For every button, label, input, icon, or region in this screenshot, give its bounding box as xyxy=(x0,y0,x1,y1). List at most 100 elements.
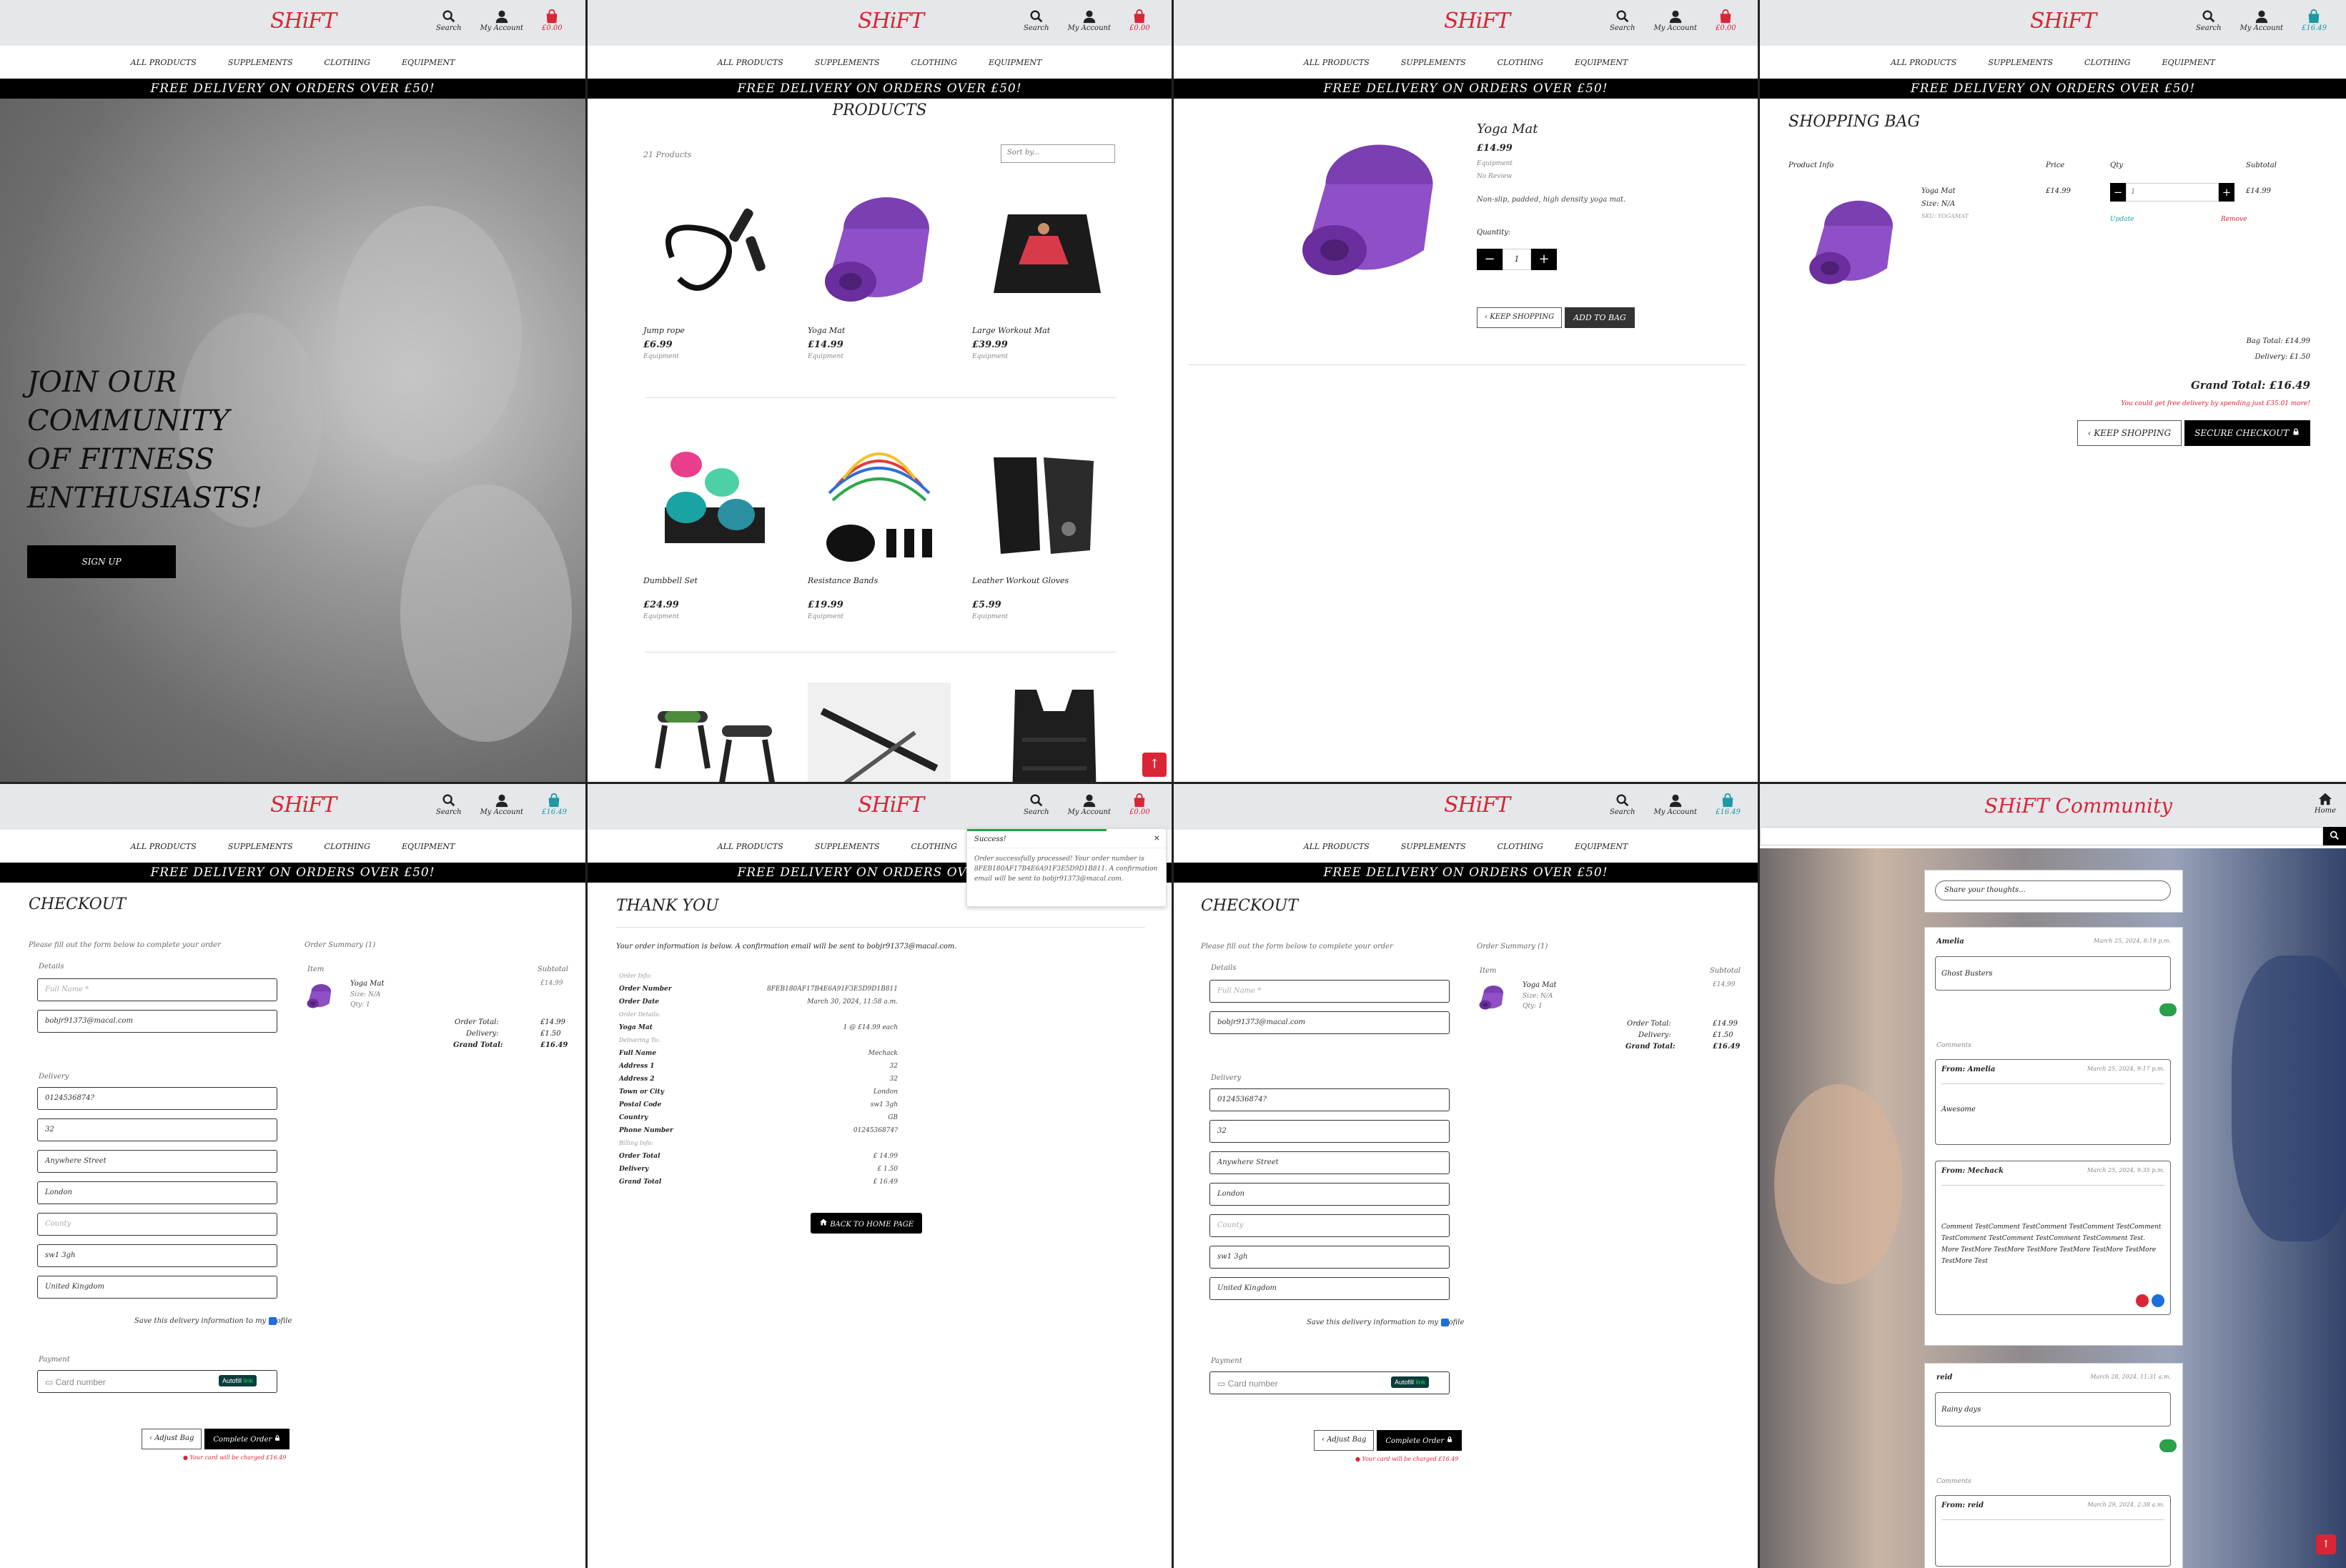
comment-icon[interactable] xyxy=(2159,1003,2177,1016)
complete-order-button[interactable]: Complete Order xyxy=(1377,1430,1462,1451)
search-button[interactable]: Search xyxy=(1610,793,1635,816)
address2-field[interactable]: Anywhere Street xyxy=(37,1150,277,1173)
nav-all-products[interactable]: ALL PRODUCTS xyxy=(1304,842,1370,851)
nav-all-products[interactable]: ALL PRODUCTS xyxy=(131,58,197,67)
product-image[interactable] xyxy=(643,683,786,782)
email-field[interactable]: bobjr91373@macal.com xyxy=(1209,1011,1450,1034)
increment-button[interactable]: + xyxy=(1531,249,1557,270)
increment-button[interactable]: + xyxy=(2219,183,2234,202)
product-card[interactable]: Dumbbell Set £24.99 Equipment xyxy=(643,429,786,620)
remove-link[interactable]: Remove xyxy=(2221,216,2247,223)
county-field[interactable]: County xyxy=(1209,1214,1450,1237)
product-category[interactable]: Equipment xyxy=(643,613,786,620)
search-button[interactable]: Search xyxy=(436,9,462,32)
nav-all-products[interactable]: ALL PRODUCTS xyxy=(718,58,783,67)
product-image[interactable] xyxy=(808,429,951,572)
product-name[interactable]: Large Workout Mat xyxy=(972,326,1115,335)
search-button[interactable] xyxy=(2323,827,2346,845)
back-to-home-button[interactable]: BACK TO HOME PAGE xyxy=(811,1213,923,1234)
sort-select[interactable]: Sort by... xyxy=(1001,144,1115,163)
site-logo[interactable]: SHiFT xyxy=(270,9,337,34)
country-select[interactable]: United Kingdom xyxy=(1209,1277,1450,1300)
nav-clothing[interactable]: CLOTHING xyxy=(911,58,957,67)
nav-equipment[interactable]: EQUIPMENT xyxy=(402,58,455,67)
nav-all-products[interactable]: ALL PRODUCTS xyxy=(718,842,783,851)
product-category[interactable]: Equipment xyxy=(972,353,1115,360)
signup-button[interactable]: SIGN UP xyxy=(27,545,176,578)
bag-button[interactable]: £0.00 xyxy=(542,9,563,32)
product-category[interactable]: Equipment xyxy=(1477,160,1513,167)
site-logo[interactable]: SHiFT xyxy=(1444,793,1510,818)
phone-field[interactable]: 0124536874? xyxy=(1209,1088,1450,1111)
nav-equipment[interactable]: EQUIPMENT xyxy=(402,842,455,851)
nav-all-products[interactable]: ALL PRODUCTS xyxy=(131,842,197,851)
nav-clothing[interactable]: CLOTHING xyxy=(325,842,370,851)
delete-icon[interactable] xyxy=(2136,1294,2149,1307)
nav-equipment[interactable]: EQUIPMENT xyxy=(989,58,1041,67)
search-button[interactable]: Search xyxy=(1610,9,1635,32)
nav-supplements[interactable]: SUPPLEMENTS xyxy=(1401,842,1466,851)
account-button[interactable]: My Account xyxy=(480,793,523,816)
email-field[interactable]: bobjr91373@macal.com xyxy=(37,1010,277,1033)
nav-equipment[interactable]: EQUIPMENT xyxy=(1575,58,1628,67)
add-to-bag-button[interactable]: ADD TO BAG xyxy=(1565,307,1635,328)
account-button[interactable]: My Account xyxy=(1068,793,1111,816)
nav-supplements[interactable]: SUPPLEMENTS xyxy=(228,842,293,851)
nav-all-products[interactable]: ALL PRODUCTS xyxy=(1891,58,1956,67)
secure-checkout-button[interactable]: SECURE CHECKOUT xyxy=(2184,420,2310,446)
postcode-field[interactable]: sw1 3gh xyxy=(37,1244,277,1267)
share-input[interactable]: Share your thoughts... xyxy=(1935,880,2171,900)
product-image[interactable] xyxy=(643,429,786,572)
product-card[interactable]: Leather Workout Gloves £5.99 Equipment xyxy=(972,429,1115,620)
bag-button[interactable]: £0.00 xyxy=(1716,9,1736,32)
product-name[interactable]: Yoga Mat xyxy=(808,326,951,335)
bag-button[interactable]: £0.00 xyxy=(1129,9,1150,32)
quantity-input[interactable]: 1 xyxy=(2126,183,2219,202)
account-button[interactable]: My Account xyxy=(1654,793,1697,816)
search-button[interactable]: Search xyxy=(2196,9,2222,32)
nav-clothing[interactable]: CLOTHING xyxy=(325,58,370,67)
search-button[interactable]: Search xyxy=(1024,9,1049,32)
autofill-link-button[interactable]: Autofill link xyxy=(219,1375,257,1386)
comment-icon[interactable] xyxy=(2159,1439,2177,1452)
postcode-field[interactable]: sw1 3gh xyxy=(1209,1246,1450,1269)
close-icon[interactable]: × xyxy=(1154,833,1160,843)
product-category[interactable]: Equipment xyxy=(972,613,1115,620)
product-card[interactable]: Resistance Bands £19.99 Equipment xyxy=(808,429,951,620)
adjust-bag-button[interactable]: ‹ Adjust Bag xyxy=(1314,1430,1375,1451)
product-image[interactable] xyxy=(972,429,1115,572)
site-logo[interactable]: SHiFT xyxy=(270,793,337,818)
product-card[interactable] xyxy=(643,683,786,782)
product-name[interactable]: Leather Workout Gloves xyxy=(972,576,1115,585)
account-button[interactable]: My Account xyxy=(2240,9,2283,32)
county-field[interactable]: County xyxy=(37,1213,277,1236)
product-image[interactable] xyxy=(972,683,1115,782)
product-image[interactable] xyxy=(643,179,786,322)
address2-field[interactable]: Anywhere Street xyxy=(1209,1151,1450,1174)
adjust-bag-button[interactable]: ‹ Adjust Bag xyxy=(142,1429,202,1449)
product-card[interactable]: Yoga Mat £14.99 Equipment xyxy=(808,179,951,360)
update-link[interactable]: Update xyxy=(2110,216,2134,223)
city-field[interactable]: London xyxy=(37,1181,277,1204)
autofill-link-button[interactable]: Autofill link xyxy=(1391,1376,1430,1388)
site-logo[interactable]: SHiFT xyxy=(858,9,924,34)
product-name[interactable]: Dumbbell Set xyxy=(643,576,786,585)
nav-all-products[interactable]: ALL PRODUCTS xyxy=(1304,58,1370,67)
save-info-checkbox[interactable] xyxy=(269,1317,277,1325)
product-image[interactable] xyxy=(808,683,951,782)
product-category[interactable]: Equipment xyxy=(808,613,951,620)
site-logo[interactable]: SHiFT xyxy=(1444,9,1510,34)
quantity-input[interactable]: 1 xyxy=(1503,249,1531,270)
address1-field[interactable]: 32 xyxy=(37,1118,277,1141)
product-image[interactable] xyxy=(972,179,1115,322)
product-name[interactable]: Resistance Bands xyxy=(808,576,951,585)
community-logo[interactable]: SHiFT Community xyxy=(1984,794,2172,818)
nav-supplements[interactable]: SUPPLEMENTS xyxy=(1988,58,2053,67)
product-name[interactable]: Jump rope xyxy=(643,326,786,335)
bag-button[interactable]: £0.00 xyxy=(1129,793,1150,816)
search-button[interactable]: Search xyxy=(1024,793,1049,816)
edit-icon[interactable] xyxy=(2152,1294,2164,1307)
account-button[interactable]: My Account xyxy=(1068,9,1111,32)
back-to-top-button[interactable]: ↑ xyxy=(2316,1534,2336,1554)
nav-equipment[interactable]: EQUIPMENT xyxy=(2162,58,2214,67)
